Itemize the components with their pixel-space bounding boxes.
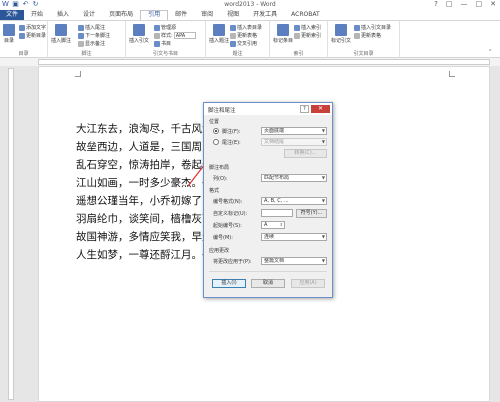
footnote-radio[interactable] xyxy=(213,128,219,134)
number-format-value: A, B, C, ... xyxy=(264,198,289,204)
cancel-button[interactable]: 取消 xyxy=(251,279,285,288)
number-format-label: 编号格式(N): xyxy=(213,199,243,205)
chevron-down-icon: ▼ xyxy=(321,175,325,180)
start-at-spinner[interactable]: A ⇕ xyxy=(261,221,285,229)
footnote-radio-label[interactable]: 脚注(F): xyxy=(222,128,240,135)
dialog-titlebar[interactable]: 脚注和尾注 ? ✕ xyxy=(204,103,332,115)
apply-to-value: 整篇文档 xyxy=(264,258,285,264)
custom-mark-label: 自定义标记(U): xyxy=(213,211,248,217)
endnote-radio-label[interactable]: 尾注(E): xyxy=(222,139,241,146)
spinner-arrows-icon[interactable]: ⇕ xyxy=(280,222,283,228)
symbol-button[interactable]: 符号(Y)... xyxy=(296,209,327,218)
endnote-position-value: 文档结尾 xyxy=(264,139,285,145)
chevron-down-icon: ▼ xyxy=(321,234,325,239)
apply-to-label: 将更改应用于(P): xyxy=(213,259,252,265)
columns-select[interactable]: 匹配节布局 ▼ xyxy=(261,174,327,182)
numbering-select[interactable]: 连续 ▼ xyxy=(261,233,327,241)
chevron-down-icon: ▼ xyxy=(321,128,325,133)
custom-mark-input[interactable] xyxy=(261,209,293,217)
numbering-value: 连续 xyxy=(264,234,275,240)
convert-button[interactable]: 转换(C)... xyxy=(284,149,327,158)
chevron-down-icon: ▼ xyxy=(321,198,325,203)
dialog-close-icon[interactable]: ✕ xyxy=(311,105,330,113)
endnote-radio[interactable] xyxy=(213,139,219,145)
numbering-label: 编号(M): xyxy=(213,235,233,241)
layout-section-label: 脚注布局 xyxy=(209,165,230,171)
footnote-position-value: 页面底端 xyxy=(264,128,285,134)
footnote-endnote-dialog: 脚注和尾注 ? ✕ 位置 脚注(F): 页面底端 ▼ 尾注(E): 文档结尾 ▼… xyxy=(203,102,333,298)
format-section-label: 格式 xyxy=(209,188,220,194)
apply-section-label: 应用更改 xyxy=(209,248,230,254)
apply-to-select[interactable]: 整篇文档 ▼ xyxy=(261,257,327,265)
apply-button[interactable]: 应用(A) xyxy=(291,279,325,288)
number-format-select[interactable]: A, B, C, ... ▼ xyxy=(261,197,327,205)
endnote-position-select[interactable]: 文档结尾 ▼ xyxy=(261,138,327,146)
dialog-help-icon[interactable]: ? xyxy=(300,105,309,113)
columns-value: 匹配节布局 xyxy=(264,175,290,181)
dialog-divider xyxy=(209,271,327,272)
dialog-body: 位置 脚注(F): 页面底端 ▼ 尾注(E): 文档结尾 ▼ 转换(C)... … xyxy=(204,115,332,297)
dialog-title: 脚注和尾注 xyxy=(208,108,236,114)
insert-button[interactable]: 插入(I) xyxy=(212,279,246,288)
location-section-label: 位置 xyxy=(209,119,220,125)
start-at-label: 起始编号(S): xyxy=(213,223,242,229)
start-at-value: A xyxy=(264,222,268,228)
columns-label: 列(O): xyxy=(213,176,228,182)
chevron-down-icon: ▼ xyxy=(321,258,325,263)
footnote-position-select[interactable]: 页面底端 ▼ xyxy=(261,127,327,135)
chevron-down-icon: ▼ xyxy=(321,139,325,144)
